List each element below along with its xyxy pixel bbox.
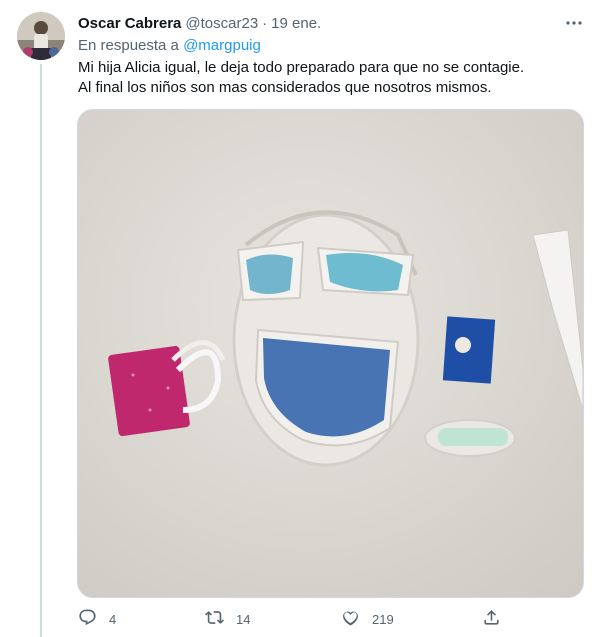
reply-button[interactable]: 4 [78,604,116,634]
tweet-header: Oscar Cabrera @toscar23 · 19 ene. [78,12,585,34]
tweet-actions: 4 14 219 [70,604,510,634]
reply-icon [78,608,109,630]
retweet-count: 14 [236,611,251,627]
heart-icon [341,608,372,630]
reply-context: En respuesta a @margpuig [78,37,261,54]
retweet-button[interactable]: 14 [205,604,250,634]
photo-illustration [78,110,583,597]
tweet-time[interactable]: 19 ene. [271,15,321,32]
retweet-icon [205,608,236,630]
separator-dot: · [262,14,268,32]
tweet-photo[interactable] [77,109,584,598]
author-name[interactable]: Oscar Cabrera [78,15,181,32]
reply-mention-link[interactable]: @margpuig [183,37,261,54]
avatar[interactable] [17,12,65,60]
avatar-image [17,12,65,60]
more-dots-icon[interactable] [563,12,585,34]
thread-line [40,64,42,637]
share-button[interactable] [482,604,513,634]
reply-count: 4 [109,611,117,627]
like-button[interactable]: 219 [341,604,394,634]
author-handle[interactable]: @toscar23 [185,15,258,32]
tweet-text: Mi hija Alicia igual, le deja todo prepa… [78,58,578,98]
reply-prefix: En respuesta a [78,37,179,54]
like-count: 219 [372,611,394,627]
tweet-text-line: Al final los niños son mas considerados … [78,79,492,96]
share-icon [482,608,513,630]
tweet-text-line: Mi hija Alicia igual, le deja todo prepa… [78,59,525,76]
